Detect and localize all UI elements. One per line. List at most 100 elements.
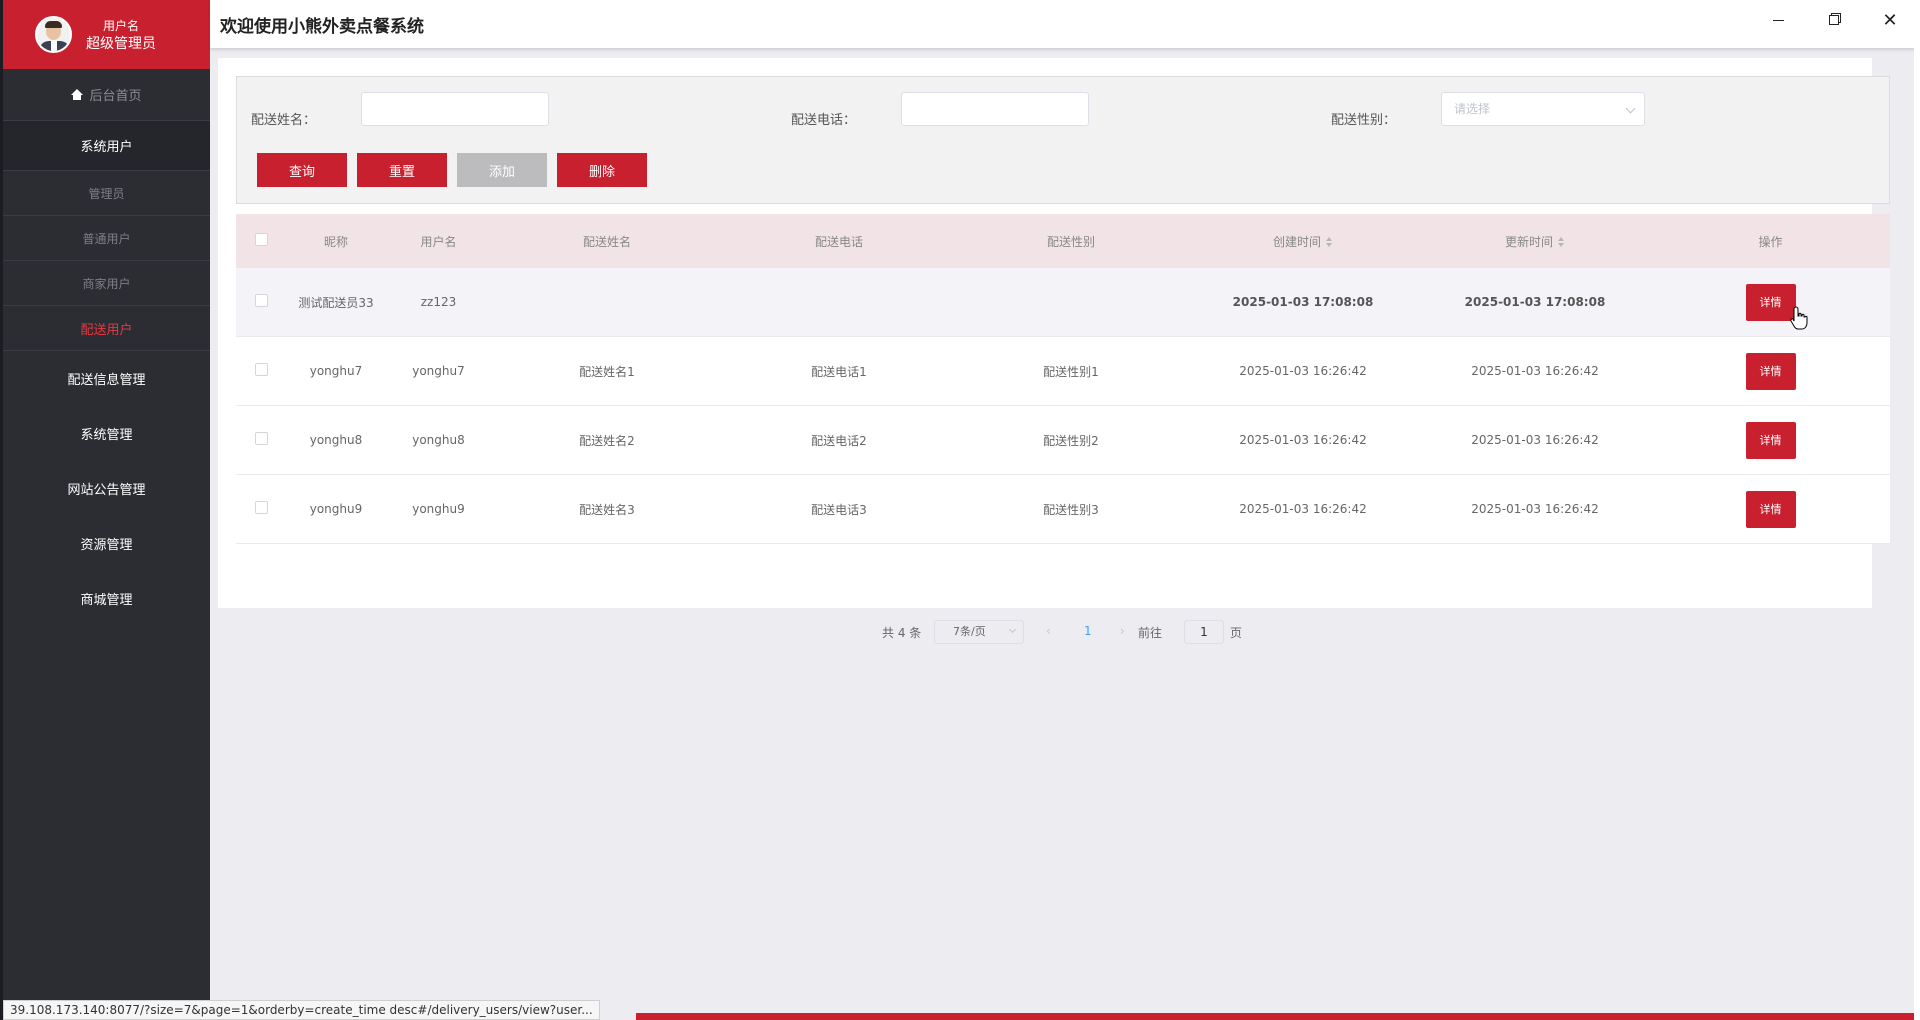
gender-placeholder: 请选择 (1454, 102, 1491, 116)
delivery-name-input[interactable] (361, 92, 549, 126)
cell-updated-time: 2025-01-03 16:26:42 (1471, 364, 1599, 378)
minimize-icon (1772, 19, 1784, 21)
prev-page-icon[interactable]: ‹ (1046, 624, 1051, 638)
detail-button[interactable]: 详情 (1745, 352, 1796, 390)
col-delivery-name: 配送姓名 (582, 234, 631, 249)
scrollbar[interactable] (1914, 45, 1920, 1020)
chevron-down-icon (1008, 625, 1017, 634)
query-button[interactable]: 查询 (257, 153, 347, 187)
user-box: 用户名 超级管理员 (3, 0, 210, 69)
sidebar-item-announcements[interactable]: 网站公告管理 (3, 461, 210, 516)
avatar[interactable] (35, 16, 72, 53)
sidebar-item-label: 普通用户 (82, 231, 131, 246)
cell-created-time: 2025-01-03 16:26:42 (1239, 364, 1367, 378)
add-button[interactable]: 添加 (457, 153, 547, 187)
cell-username: zz123 (420, 295, 457, 309)
goto-page-input[interactable]: 1 (1184, 620, 1224, 644)
table-header: 昵称 用户名 配送姓名 配送电话 配送性别 创建时间 更新时间 操作 (236, 214, 1890, 268)
cell-username: yonghu7 (412, 364, 465, 378)
user-role: 超级管理员 (86, 35, 156, 52)
sidebar-item-mall[interactable]: 商城管理 (3, 571, 210, 626)
detail-button[interactable]: 详情 (1745, 490, 1796, 528)
row-checkbox[interactable] (254, 432, 268, 445)
sort-icon[interactable] (1325, 237, 1333, 247)
goto-label: 前往 (1138, 626, 1163, 640)
sidebar-item-label: 商城管理 (80, 593, 133, 608)
sidebar-item-delivery-info[interactable]: 配送信息管理 (3, 351, 210, 406)
cell-delivery-gender: 配送性别1 (1043, 364, 1099, 379)
page-number-current[interactable]: 1 (1084, 624, 1092, 638)
col-delivery-phone: 配送电话 (814, 234, 863, 249)
cell-delivery-phone: 配送电话3 (811, 502, 867, 517)
sidebar-item-resources[interactable]: 资源管理 (3, 516, 210, 571)
user-name-label: 用户名 (102, 18, 139, 33)
maximize-button[interactable] (1822, 8, 1846, 32)
cell-delivery-gender: 配送性别3 (1043, 502, 1099, 517)
sidebar-item-normal-users[interactable]: 普通用户 (3, 216, 210, 261)
table-row: yonghu8 yonghu8 配送姓名2 配送电话2 配送性别2 2025-0… (236, 406, 1890, 475)
top-bar: 欢迎使用小熊外卖点餐系统 ✕ (210, 0, 1920, 48)
cell-delivery-name: 配送姓名2 (579, 433, 635, 448)
row-checkbox[interactable] (254, 501, 268, 514)
delivery-phone-input[interactable] (901, 92, 1089, 126)
cell-created-time: 2025-01-03 17:08:08 (1232, 295, 1374, 309)
delivery-users-table: 昵称 用户名 配送姓名 配送电话 配送性别 创建时间 更新时间 操作 测试配送员… (236, 214, 1890, 544)
delivery-gender-label: 配送性别： (1331, 113, 1397, 128)
col-actions: 操作 (1758, 234, 1783, 249)
row-checkbox[interactable] (254, 294, 268, 307)
detail-button[interactable]: 详情 (1745, 421, 1796, 459)
cell-updated-time: 2025-01-03 16:26:42 (1471, 502, 1599, 516)
col-nickname: 昵称 (323, 234, 348, 249)
cell-delivery-gender: 配送性别2 (1043, 433, 1099, 448)
delete-button[interactable]: 删除 (557, 153, 647, 187)
sidebar-item-label: 资源管理 (80, 538, 133, 553)
page-size-value: 7条/页 (953, 625, 986, 638)
sidebar-item-label: 商家用户 (82, 276, 131, 291)
status-bar-url: 39.108.173.140:8077/?size=7&page=1&order… (3, 1000, 600, 1020)
row-checkbox[interactable] (254, 363, 268, 376)
bottom-accent-bar (636, 1013, 1914, 1020)
sidebar-item-home[interactable]: 后台首页 (3, 69, 210, 121)
cell-updated-time: 2025-01-03 16:26:42 (1471, 433, 1599, 447)
col-updated-label: 更新时间 (1504, 234, 1553, 249)
cell-delivery-phone: 配送电话1 (811, 364, 867, 379)
next-page-icon[interactable]: › (1120, 624, 1125, 638)
app-title: 欢迎使用小熊外卖点餐系统 (220, 17, 424, 37)
page-unit-label: 页 (1230, 626, 1243, 640)
sidebar-item-label: 网站公告管理 (67, 483, 146, 498)
content-panel: 配送姓名： 配送电话： 配送性别： 请选择 查询 重置 添加 删除 昵称 用户名… (218, 58, 1890, 644)
restore-icon (1829, 15, 1839, 25)
sidebar-item-label: 系统管理 (80, 428, 133, 443)
cell-nickname: yonghu9 (309, 502, 363, 516)
minimize-button[interactable] (1766, 8, 1790, 32)
sort-icon[interactable] (1557, 237, 1565, 247)
cell-created-time: 2025-01-03 16:26:42 (1239, 433, 1367, 447)
col-updated-time[interactable]: 更新时间 (1419, 233, 1651, 250)
col-created-time[interactable]: 创建时间 (1187, 233, 1419, 250)
cell-username: yonghu8 (412, 433, 465, 447)
close-icon: ✕ (1882, 9, 1898, 31)
sidebar-item-delivery-users[interactable]: 配送用户 (3, 306, 210, 351)
sidebar: 用户名 超级管理员 后台首页 系统用户 管理员 普通用户 商家用户 配送用户 配… (0, 0, 210, 1020)
hand-cursor-icon (1790, 306, 1808, 330)
select-all-checkbox[interactable] (254, 233, 268, 246)
page-size-select[interactable]: 7条/页 (934, 620, 1024, 644)
home-icon (71, 89, 84, 100)
table-row: 测试配送员33 zz123 2025-01-03 17:08:08 2025-0… (236, 268, 1890, 337)
cell-updated-time: 2025-01-03 17:08:08 (1464, 295, 1606, 309)
detail-button[interactable]: 详情 (1745, 283, 1796, 321)
sidebar-item-merchant-users[interactable]: 商家用户 (3, 261, 210, 306)
sidebar-item-system[interactable]: 系统管理 (3, 406, 210, 461)
sidebar-group-system-users[interactable]: 系统用户 (3, 121, 210, 171)
close-button[interactable]: ✕ (1878, 8, 1902, 32)
search-form: 配送姓名： 配送电话： 配送性别： 请选择 查询 重置 添加 删除 (236, 76, 1890, 204)
cell-delivery-phone: 配送电话2 (811, 433, 867, 448)
delivery-gender-select[interactable]: 请选择 (1441, 92, 1645, 126)
table-row: yonghu7 yonghu7 配送姓名1 配送电话1 配送性别1 2025-0… (236, 337, 1890, 406)
pagination: 共 4 条 7条/页 ‹ 1 › 前往 1 页 (218, 614, 1872, 654)
reset-button[interactable]: 重置 (357, 153, 447, 187)
sidebar-item-admins[interactable]: 管理员 (3, 171, 210, 216)
sidebar-item-label: 管理员 (88, 186, 125, 201)
cell-nickname: yonghu8 (309, 433, 363, 447)
col-username: 用户名 (420, 234, 457, 249)
